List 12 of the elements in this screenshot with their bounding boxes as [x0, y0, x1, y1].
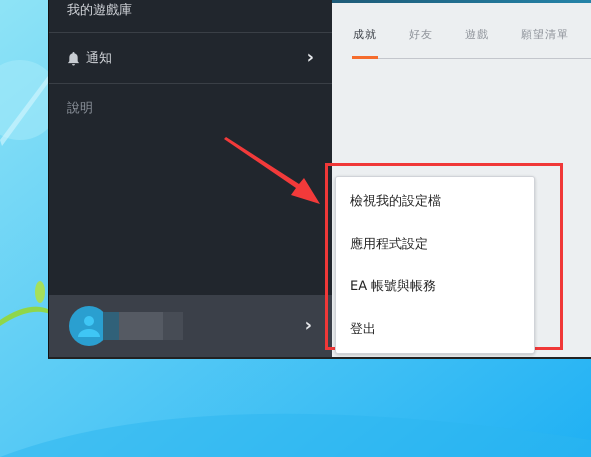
bell-icon	[67, 50, 80, 66]
menu-item[interactable]: EA 帳號與帳務	[336, 265, 534, 308]
library-item[interactable]: 我的遊戲庫	[67, 1, 132, 19]
chevron-icon: ›	[306, 49, 314, 67]
chevron-icon: ›	[304, 317, 312, 335]
menu-item[interactable]: 登出	[336, 308, 534, 350]
user-bar[interactable]: ›	[49, 295, 332, 357]
help-item[interactable]: 說明	[67, 99, 93, 117]
tab[interactable]: 成就	[352, 23, 378, 59]
menu-item[interactable]: 檢視我的設定檔	[336, 180, 534, 222]
notifications-item[interactable]: 通知	[86, 49, 112, 67]
menu-item[interactable]: 應用程式設定	[336, 222, 534, 265]
